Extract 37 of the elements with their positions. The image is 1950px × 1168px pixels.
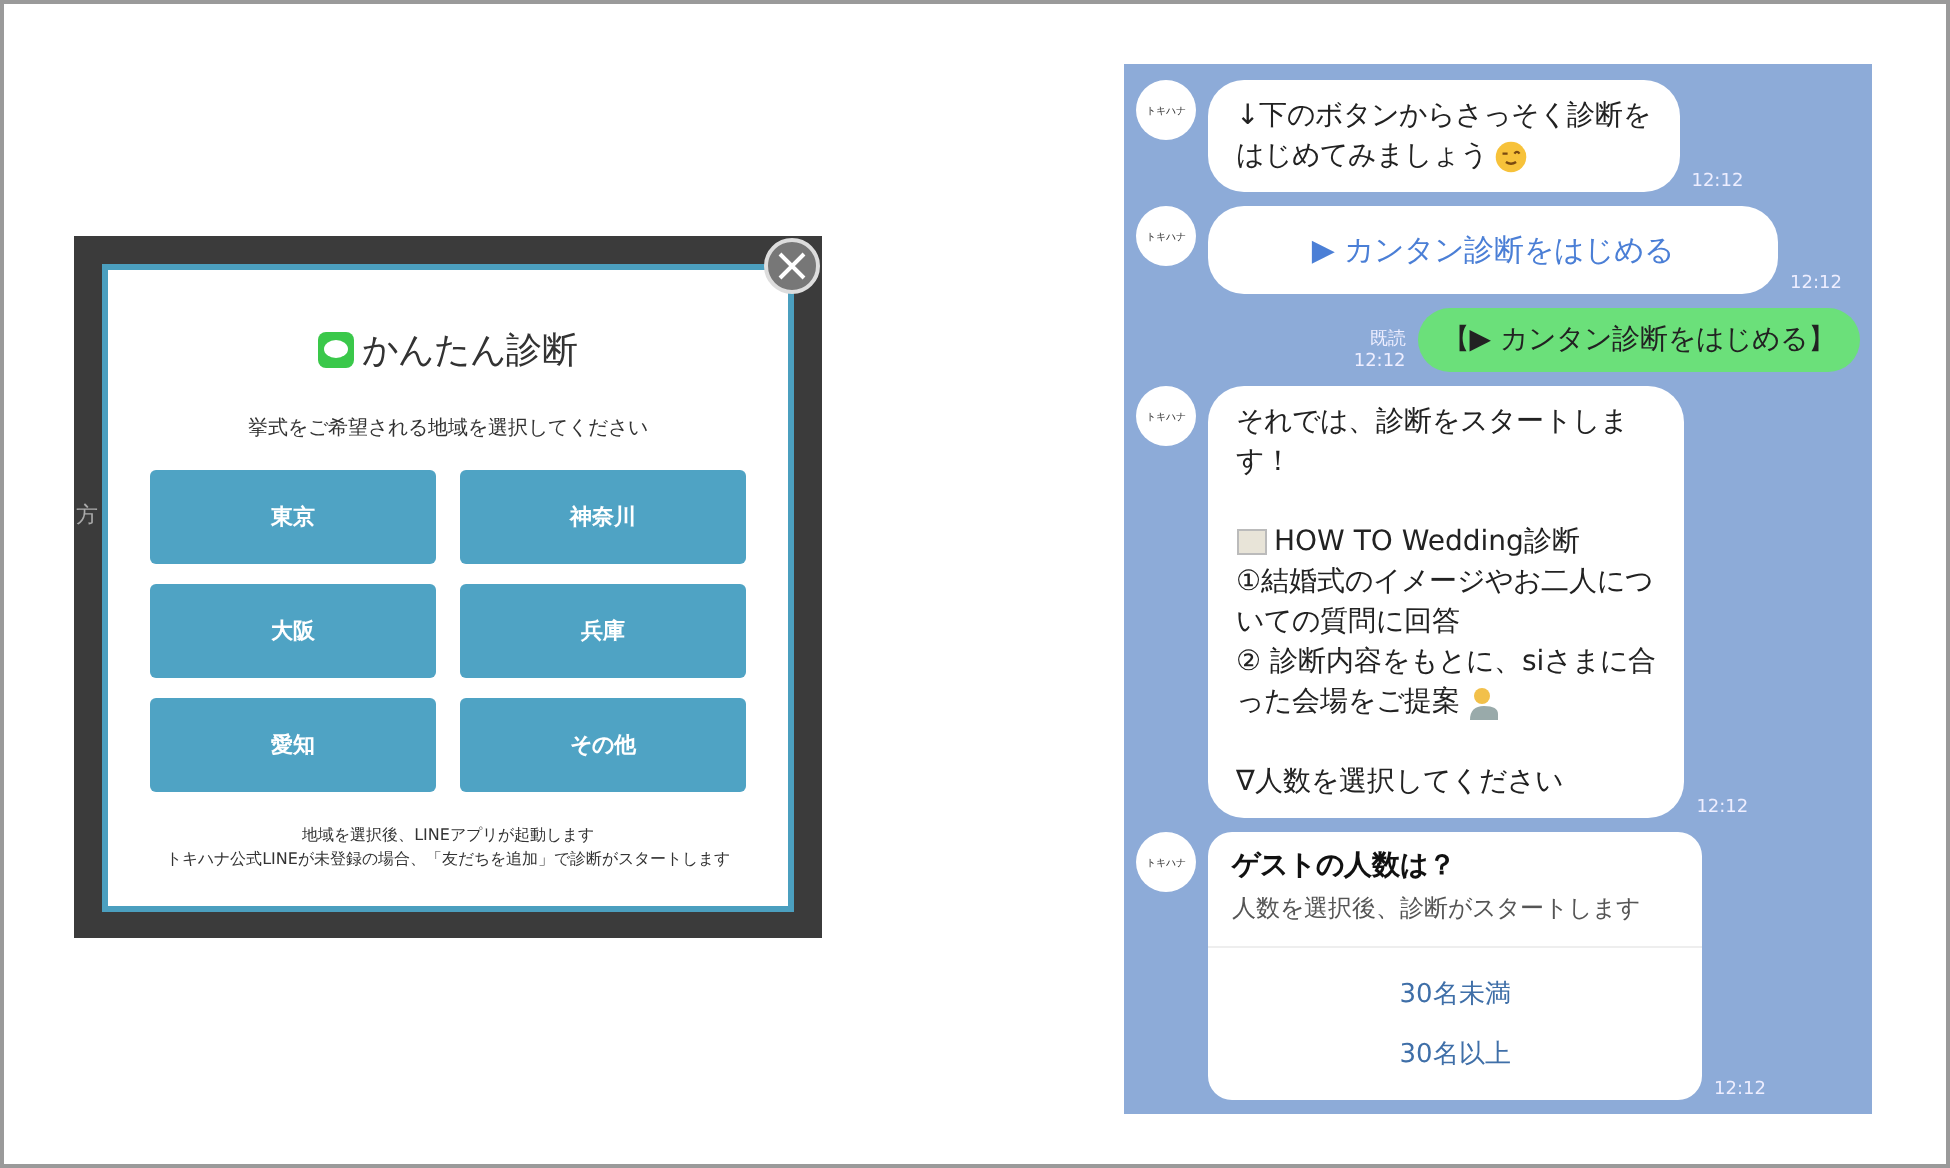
sent-message: 【▶ カンタン診断をはじめる】 (1417, 308, 1860, 372)
region-button[interactable]: 神奈川 (460, 469, 746, 563)
message-text: ↓下のボタンからさっそく診断を (1236, 98, 1652, 136)
message-time: 12:12 (1696, 798, 1749, 818)
region-button[interactable]: 大阪 (150, 583, 436, 677)
message-text: ∇人数を選択してください (1236, 764, 1563, 802)
modal-title: かんたん診断 (362, 327, 578, 373)
region-button[interactable]: 東京 (150, 469, 436, 563)
message-text: す！ (1236, 444, 1292, 482)
message-time: 12:12 (1714, 1080, 1766, 1100)
message-time: 12:12 (1353, 352, 1406, 372)
chat-app-icon (318, 331, 354, 367)
message-text: った会場をご提案 (1236, 684, 1460, 722)
person-icon (1466, 684, 1502, 720)
start-diagnosis-button[interactable]: ▶ カンタン診断をはじめる (1208, 206, 1778, 294)
message-text: それでは、診断をスタートしま (1236, 404, 1628, 442)
option-button[interactable]: 30名以上 (1208, 1024, 1702, 1084)
message-text: ② 診断内容をもとに、siさまに合 (1236, 644, 1657, 682)
region-button[interactable]: 愛知 (150, 697, 436, 791)
background-text: 方 (76, 500, 98, 530)
modal-prompt: 挙式をご希望される地域を選択してください (248, 415, 648, 441)
message-text: ①結婚式のイメージやお二人につ (1236, 564, 1654, 602)
message-text: いての質問に回答 (1236, 604, 1460, 642)
note-text: トキハナ公式LINEが未登録の場合、「友だちを追加」で診断がスタートします (166, 847, 730, 871)
note-text: 地域を選択後、LINEアプリが起動します (302, 823, 594, 847)
close-icon[interactable] (764, 237, 820, 293)
message-text: HOW TO Wedding診断 (1274, 524, 1580, 562)
region-button[interactable]: 兵庫 (460, 583, 746, 677)
message-time: 12:12 (1790, 274, 1842, 294)
card-subtitle: 人数を選択後、診断がスタートします (1232, 892, 1642, 926)
scroll-icon (1236, 526, 1268, 558)
card-title: ゲストの人数は？ (1232, 848, 1458, 884)
read-receipt: 既読 (1369, 327, 1406, 352)
region-button[interactable]: その他 (460, 697, 746, 791)
option-button[interactable]: 30名未満 (1208, 964, 1702, 1024)
message-text: はじめてみましょう (1236, 138, 1488, 176)
message-time: 12:12 (1691, 172, 1744, 192)
